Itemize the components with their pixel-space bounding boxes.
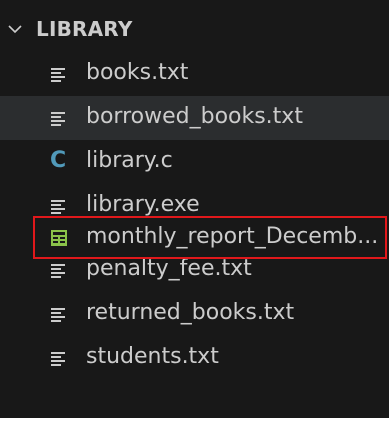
folder-header[interactable]: LIBRARY bbox=[0, 8, 389, 48]
explorer-panel: LIBRARY books.txt borrowed_books.txt C l… bbox=[0, 0, 389, 418]
file-name: borrowed_books.txt bbox=[86, 104, 303, 129]
file-name: penalty_fee.txt bbox=[86, 256, 252, 281]
text-lines-icon bbox=[48, 292, 70, 336]
file-item-returned-books-txt[interactable]: returned_books.txt bbox=[0, 292, 389, 336]
file-name: monthly_report_Decemb... bbox=[86, 224, 379, 249]
file-name: returned_books.txt bbox=[86, 300, 295, 325]
file-name: students.txt bbox=[86, 344, 219, 369]
text-lines-icon bbox=[48, 52, 70, 96]
text-lines-icon bbox=[48, 96, 70, 140]
c-file-icon: C bbox=[50, 148, 67, 173]
file-item-books-txt[interactable]: books.txt bbox=[0, 52, 389, 96]
text-lines-icon bbox=[48, 248, 70, 292]
file-item-borrowed-books-txt[interactable]: borrowed_books.txt bbox=[0, 96, 389, 140]
chevron-down-icon bbox=[8, 25, 22, 34]
text-lines-icon bbox=[48, 336, 70, 380]
file-name: library.exe bbox=[86, 192, 200, 217]
file-item-library-c[interactable]: C library.c bbox=[0, 140, 389, 184]
file-item-students-txt[interactable]: students.txt bbox=[0, 336, 389, 380]
file-name: books.txt bbox=[86, 60, 189, 85]
file-name: library.c bbox=[86, 148, 173, 173]
file-item-penalty-fee-txt[interactable]: penalty_fee.txt bbox=[0, 248, 389, 292]
folder-name: LIBRARY bbox=[36, 17, 133, 41]
